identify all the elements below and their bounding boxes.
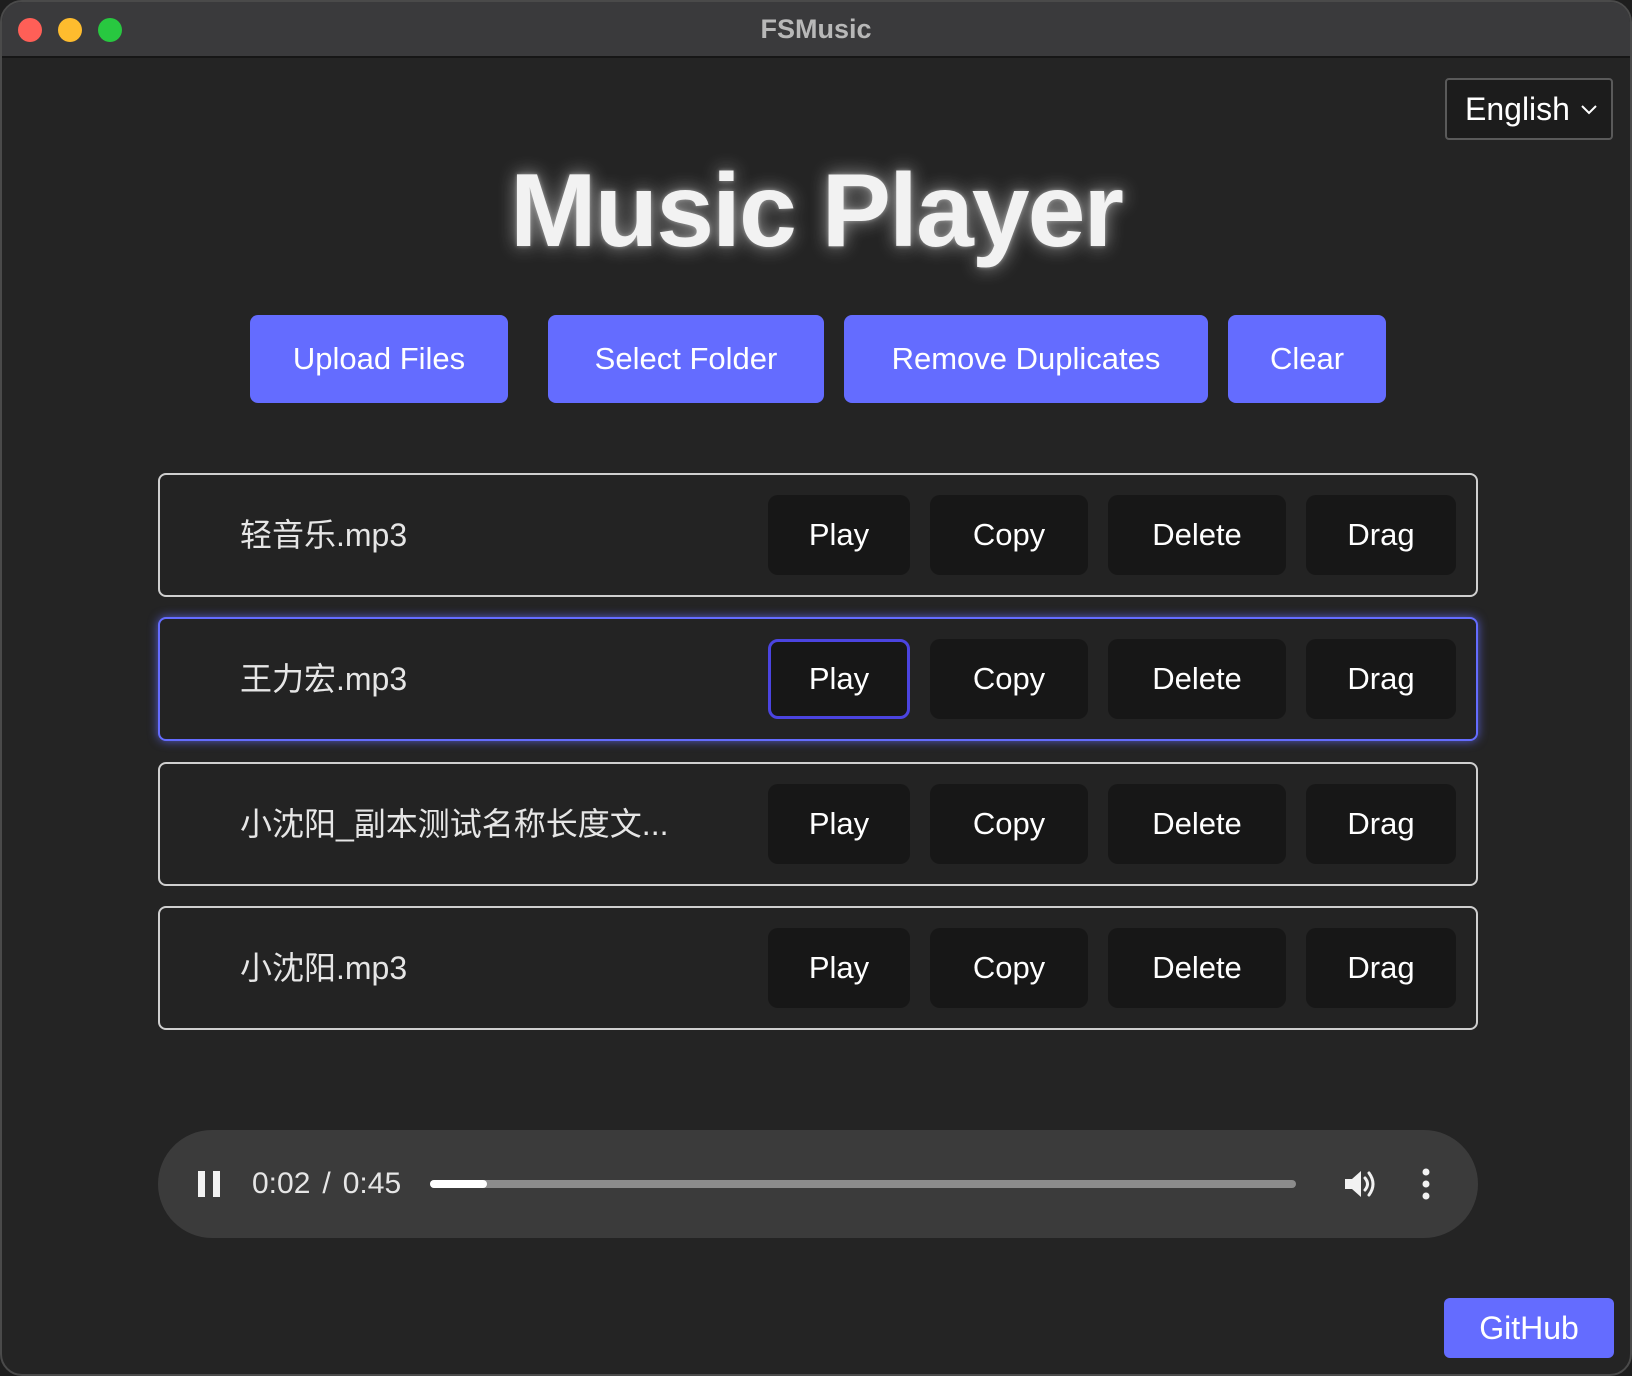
drag-handle[interactable]: Drag (1306, 639, 1456, 719)
copy-button[interactable]: Copy (930, 495, 1088, 575)
page-title: Music Player (510, 153, 1124, 269)
play-button[interactable]: Play (768, 784, 910, 864)
app-window: FSMusic English Music Player Upload File… (0, 0, 1632, 1376)
window-title: FSMusic (760, 14, 872, 44)
progress-slider[interactable] (430, 1180, 1296, 1188)
play-button[interactable]: Play (768, 495, 910, 575)
time-display: 0:02 / 0:45 (252, 1130, 401, 1238)
progress-fill (430, 1180, 488, 1188)
song-name: 小沈阳.mp3 (240, 950, 408, 986)
remove-duplicates-button[interactable]: Remove Duplicates (844, 315, 1208, 403)
delete-button[interactable]: Delete (1108, 928, 1286, 1008)
audio-player: 0:02 / 0:45 (158, 1130, 1478, 1238)
copy-button[interactable]: Copy (930, 784, 1088, 864)
more-vertical-icon[interactable] (1420, 1166, 1432, 1202)
volume-icon[interactable] (1342, 1166, 1378, 1202)
copy-button[interactable]: Copy (930, 928, 1088, 1008)
play-button[interactable]: Play (768, 928, 910, 1008)
select-folder-button[interactable]: Select Folder (548, 315, 824, 403)
pause-icon[interactable] (198, 1171, 220, 1197)
time-separator: / (322, 1167, 331, 1200)
song-row: 轻音乐.mp3 Play Copy Delete Drag (158, 473, 1478, 597)
play-button[interactable]: Play (768, 639, 910, 719)
language-select[interactable]: English (1445, 78, 1613, 140)
drag-handle[interactable]: Drag (1306, 784, 1456, 864)
drag-handle[interactable]: Drag (1306, 928, 1456, 1008)
chevron-down-icon (1581, 105, 1597, 115)
drag-handle[interactable]: Drag (1306, 495, 1456, 575)
song-row: 小沈阳_副本测试名称长度文... Play Copy Delete Drag (158, 762, 1478, 886)
song-row: 小沈阳.mp3 Play Copy Delete Drag (158, 906, 1478, 1030)
title-bar: FSMusic (2, 2, 1630, 58)
language-select-value: English (1465, 91, 1570, 127)
current-time: 0:02 (252, 1167, 311, 1200)
duration: 0:45 (342, 1167, 402, 1200)
delete-button[interactable]: Delete (1108, 495, 1286, 575)
song-row-active: 王力宏.mp3 Play Copy Delete Drag (158, 617, 1478, 741)
github-link-button[interactable]: GitHub (1444, 1298, 1614, 1358)
song-name: 小沈阳_副本测试名称长度文... (240, 806, 669, 842)
song-name: 轻音乐.mp3 (240, 517, 408, 553)
delete-button[interactable]: Delete (1108, 639, 1286, 719)
upload-files-button[interactable]: Upload Files (250, 315, 508, 403)
song-name: 王力宏.mp3 (240, 661, 408, 697)
clear-button[interactable]: Clear (1228, 315, 1386, 403)
delete-button[interactable]: Delete (1108, 784, 1286, 864)
copy-button[interactable]: Copy (930, 639, 1088, 719)
